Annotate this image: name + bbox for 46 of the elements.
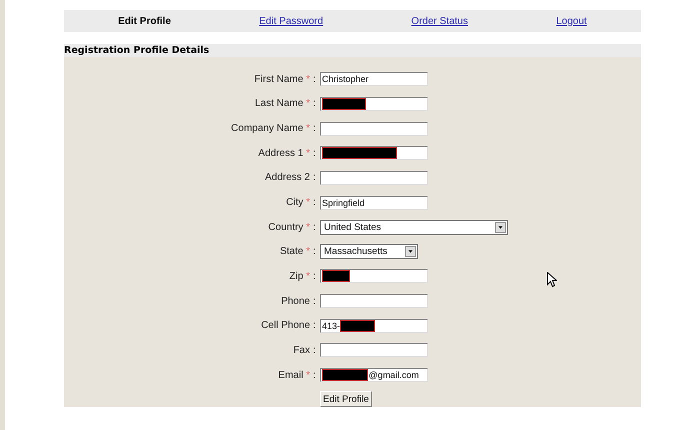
- select-dropdown[interactable]: United States: [320, 220, 508, 235]
- separator: :: [313, 123, 317, 134]
- separator: :: [313, 98, 317, 110]
- edit-profile-button[interactable]: Edit Profile: [320, 391, 372, 407]
- separator: :: [313, 246, 317, 258]
- text-input[interactable]: 413-: [320, 318, 428, 333]
- text-input[interactable]: [320, 96, 428, 111]
- text-input[interactable]: [320, 343, 428, 358]
- text-input[interactable]: Christopher: [320, 72, 428, 86]
- text-input[interactable]: Springfield: [320, 196, 428, 210]
- text-input[interactable]: [320, 170, 428, 185]
- field-label: State *: [280, 246, 310, 258]
- separator: :: [313, 370, 317, 380]
- separator: :: [313, 172, 317, 184]
- field-label: City *: [286, 197, 310, 208]
- separator: :: [313, 320, 317, 332]
- field-label: Cell Phone: [261, 320, 310, 332]
- field-label: Zip *: [289, 270, 310, 282]
- nav-link[interactable]: Order Status: [411, 16, 468, 26]
- section-title: Registration Profile Details: [64, 44, 641, 57]
- nav-link[interactable]: Edit Password: [259, 16, 324, 26]
- nav-link[interactable]: Logout: [556, 16, 587, 26]
- field-label: Country *: [268, 222, 310, 233]
- field-label: Phone: [281, 296, 310, 307]
- text-input[interactable]: [320, 294, 428, 308]
- field-label: Company Name *: [231, 123, 310, 134]
- text-input[interactable]: @gmail.com: [320, 368, 428, 382]
- separator: :: [313, 296, 317, 307]
- separator: :: [313, 344, 317, 356]
- text-input[interactable]: [320, 122, 428, 136]
- separator: :: [313, 148, 317, 159]
- separator: :: [313, 197, 317, 208]
- field-label: First Name *: [254, 74, 310, 85]
- field-label: Fax: [293, 344, 310, 356]
- field-label: Address 2: [264, 172, 310, 184]
- field-label: Last Name *: [254, 98, 310, 110]
- nav-link[interactable]: Edit Profile: [118, 16, 171, 26]
- mouse-pointer-icon: [547, 272, 557, 288]
- separator: :: [313, 270, 317, 282]
- separator: :: [313, 222, 317, 233]
- text-input[interactable]: [320, 269, 428, 284]
- field-label: Address 1 *: [258, 148, 310, 159]
- separator: :: [313, 74, 317, 85]
- text-input[interactable]: [320, 146, 428, 160]
- field-label: Email *: [278, 370, 310, 380]
- select-dropdown[interactable]: Massachusetts: [320, 244, 418, 260]
